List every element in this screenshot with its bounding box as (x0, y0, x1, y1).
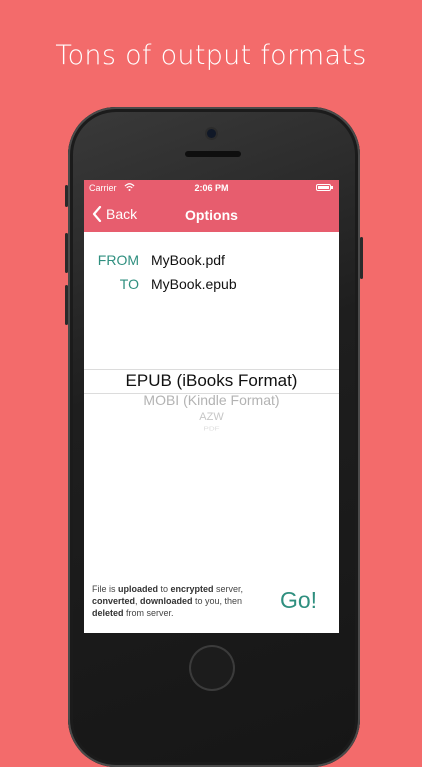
go-button[interactable]: Go! (280, 587, 317, 614)
home-button[interactable] (189, 645, 235, 691)
phone-frame: Carrier 2:06 PM Back Options FROM MyBook… (65, 107, 363, 767)
picker-option[interactable]: AZW (84, 411, 339, 423)
from-label: FROM (97, 252, 139, 268)
app-screen: Carrier 2:06 PM Back Options FROM MyBook… (84, 180, 339, 633)
status-time: 2:06 PM (194, 183, 229, 193)
picker-option-selected[interactable]: EPUB (iBooks Format) (84, 369, 339, 394)
navigation-bar: Carrier 2:06 PM Back Options (84, 180, 339, 232)
power-button (360, 237, 363, 279)
front-camera (207, 129, 216, 138)
earpiece-speaker (185, 151, 241, 157)
volume-up-button (65, 233, 68, 273)
battery-icon (316, 184, 333, 191)
headline: Tons of output formats (55, 40, 367, 71)
from-filename: MyBook.pdf (151, 252, 225, 268)
format-picker[interactable]: EPUB (iBooks Format) MOBI (Kindle Format… (84, 369, 339, 433)
to-filename: MyBook.epub (151, 276, 237, 292)
nav-title: Options (185, 207, 238, 223)
picker-option[interactable]: MOBI (Kindle Format) (84, 392, 339, 408)
privacy-note: File is uploaded to encrypted server, con… (92, 584, 244, 618)
status-bar: Carrier 2:06 PM (84, 180, 339, 196)
mute-switch (65, 185, 68, 207)
to-label: TO (119, 276, 139, 292)
picker-option[interactable]: PDF (84, 425, 339, 431)
volume-down-button (65, 285, 68, 325)
